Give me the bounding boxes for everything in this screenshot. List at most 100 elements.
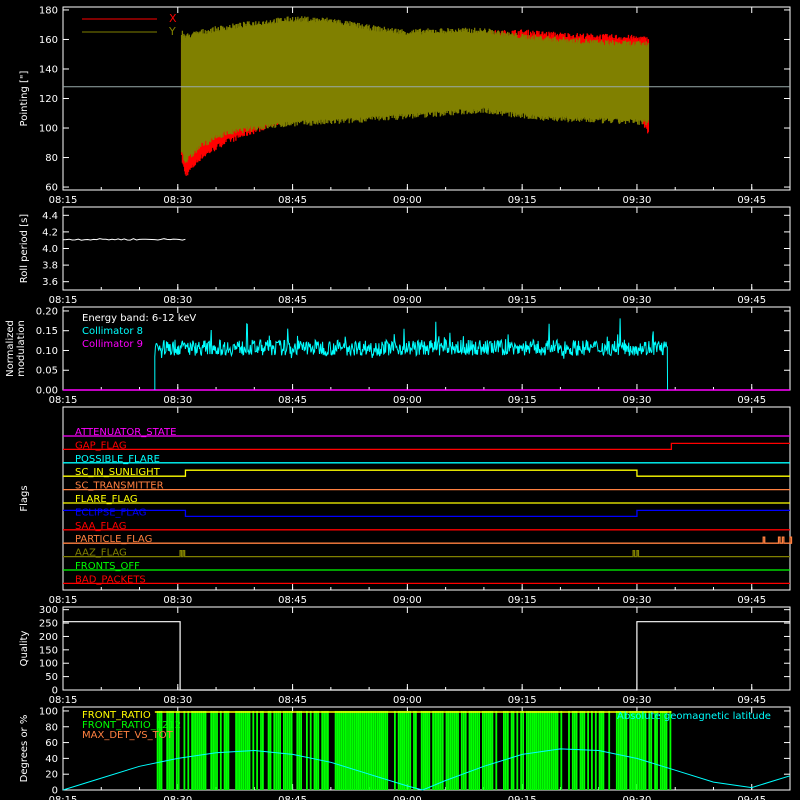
pointing-data <box>180 16 650 176</box>
front-ratio-1212-bar <box>520 710 522 790</box>
front-ratio-1212-bar <box>483 710 486 790</box>
front-ratio-1212-bar <box>424 710 427 790</box>
panel-frame <box>62 206 791 291</box>
x-tick-label: 08:30 <box>163 195 192 206</box>
front-ratio-1212-bar <box>512 710 515 790</box>
y-tick-label: 0 <box>52 686 58 697</box>
front-ratio-1212-bar <box>198 710 201 790</box>
front-ratio-1212-bar <box>235 710 237 790</box>
x-tick-label: 08:15 <box>49 395 78 406</box>
front-ratio-1212-bar <box>317 710 320 790</box>
x-tick-label: 09:15 <box>508 695 537 706</box>
front-ratio-1212-bar <box>237 710 239 790</box>
y-tick-label: 120 <box>39 94 58 105</box>
y-axis-label: Pointing ["] <box>19 70 30 126</box>
front-ratio-1212-bar <box>183 710 186 790</box>
front-ratio-1212-bar <box>200 710 203 790</box>
front-ratio-1212-bar <box>407 710 410 790</box>
front-ratio-1212-bar <box>223 710 226 790</box>
x-tick-label: 09:00 <box>393 295 422 306</box>
front-ratio-1212-bar <box>367 710 369 790</box>
front-ratio-1212-bar <box>654 710 656 790</box>
front-ratio-1212-bar <box>357 710 360 790</box>
front-ratio-1212-bar <box>202 710 205 790</box>
front-ratio-1212-bar <box>568 710 570 790</box>
legend-max_det_vs_tot: MAX_DET_VS_TOT <box>82 730 174 741</box>
front-ratio-1212-bar <box>656 710 658 790</box>
front-ratio-1212-bar <box>439 710 442 790</box>
front-ratio-1212-bar <box>527 710 530 790</box>
front-ratio-1212-bar <box>363 710 366 790</box>
front-ratio-1212-bar <box>617 710 620 790</box>
front-ratio-1212-bar <box>348 710 350 790</box>
panel-quality: 08:15 08:30 08:45 09:00 09:15 09:30 09:45 0 50 10… <box>19 605 791 706</box>
front-ratio-1212-bar <box>386 710 389 790</box>
front-ratio-1212-bar <box>342 710 345 790</box>
front-ratio-1212-bar <box>457 710 459 790</box>
x-tick-label: 08:45 <box>278 695 307 706</box>
legend-collimator-9: Collimator 9 <box>82 339 143 350</box>
front-ratio-1212-bar <box>644 710 647 790</box>
x-tick-label: 08:15 <box>49 295 78 306</box>
front-ratio-1212-bar <box>485 710 488 790</box>
y-tick-label: 50 <box>45 672 58 683</box>
front-ratio-1212-bar <box>405 710 408 790</box>
y-tick-label: 0 <box>52 786 58 797</box>
x-tick-label: 09:45 <box>737 695 766 706</box>
y-tick-label: 100 <box>39 659 58 670</box>
front-ratio-1212-bar <box>273 710 276 790</box>
front-ratio-1212-bar <box>336 710 339 790</box>
front-ratio-1212-bar <box>216 710 218 790</box>
front-ratio-1212-bar <box>533 710 536 790</box>
front-ratio-1212-bar <box>621 710 624 790</box>
panel-frame <box>62 606 791 691</box>
x-tick-label: 08:30 <box>163 395 192 406</box>
legend-collimator-8: Collimator 8 <box>82 326 143 337</box>
front-ratio-1212-bar <box>277 710 280 790</box>
front-ratio-1212-bar <box>625 710 628 790</box>
y-tick-label: 200 <box>39 632 58 643</box>
panel-modulation: 08:15 08:30 08:45 09:00 09:15 09:30 09:45 0.00 0… <box>5 306 791 406</box>
x-tick-label: 08:30 <box>163 695 192 706</box>
y-tick-label: 80 <box>45 153 58 164</box>
front-ratio-1212-bar <box>608 710 611 790</box>
front-ratio-1212-bar <box>665 710 668 790</box>
front-ratio-1212-bar <box>642 710 645 790</box>
x-tick-label: 09:15 <box>508 195 537 206</box>
y-tick-label: 0.15 <box>36 326 58 337</box>
front-ratio-1212-bar <box>306 710 308 790</box>
front-ratio-1212-bar <box>350 710 352 790</box>
x-tick-label: 09:45 <box>737 795 766 800</box>
front-ratio-1212-bar <box>325 710 327 790</box>
geomagnetic-latitude-label: Absolute geomagnetic latitude <box>617 711 771 722</box>
flag-line <box>63 549 790 558</box>
front-ratio-1212-bar <box>376 710 379 790</box>
front-ratio-1212-bar <box>472 710 475 790</box>
flag-line <box>63 442 790 451</box>
front-ratio-1212-bar <box>359 710 362 790</box>
x-tick-label: 09:15 <box>508 295 537 306</box>
y-tick-label: 4.2 <box>42 227 58 238</box>
front-ratio-1212-bar <box>529 710 532 790</box>
x-tick-label: 09:00 <box>393 795 422 800</box>
front-ratio-1212-bar <box>298 710 301 790</box>
front-ratio-1212-bar <box>541 710 544 790</box>
front-ratio-1212-bar <box>464 710 467 790</box>
front-ratio-1212-bar <box>487 710 490 790</box>
front-ratio-1212-bar <box>575 710 578 790</box>
front-ratio-1212-bar <box>227 710 230 790</box>
x-tick-label: 09:30 <box>623 195 652 206</box>
front-ratio-1212-bar <box>453 710 456 790</box>
x-tick-label: 08:45 <box>278 595 307 606</box>
front-ratio-1212-bar <box>384 710 387 790</box>
front-ratio-1212-bar <box>327 710 329 790</box>
y-tick-label: 100 <box>39 124 58 135</box>
front-ratio-1212-bar <box>648 710 651 790</box>
energy-band-label: Energy band: 6-12 keV <box>82 313 196 324</box>
y-tick-label: 160 <box>39 35 58 46</box>
front-ratio-1212-bar <box>397 710 400 790</box>
front-ratio-1212-bar <box>420 710 423 790</box>
front-ratio-1212-bar <box>659 710 662 790</box>
front-ratio-1212-bar <box>239 710 241 790</box>
front-ratio-1212-bar <box>369 710 371 790</box>
